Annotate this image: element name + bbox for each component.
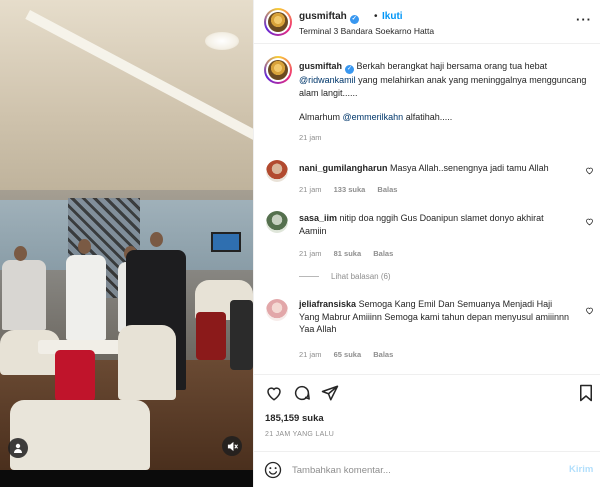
heart-icon[interactable]	[585, 166, 594, 175]
heart-icon[interactable]	[585, 217, 594, 226]
volume-off-icon[interactable]	[222, 436, 242, 456]
comment-username[interactable]: jeliafransiska	[299, 299, 356, 309]
comment-username[interactable]: nani_gumilangharun	[299, 163, 388, 173]
comments-section[interactable]: gusmiftah ✓ Berkah berangkat haji bersama…	[254, 44, 600, 374]
post-media[interactable]	[0, 0, 253, 487]
caption-time[interactable]: 21 jam	[299, 133, 322, 142]
view-replies-button[interactable]: Lihat balasan (6)	[299, 272, 391, 281]
post-photo	[0, 0, 253, 470]
separator: •	[374, 11, 378, 22]
avatar[interactable]	[266, 211, 288, 233]
bookmark-icon[interactable]	[577, 384, 595, 402]
comment-composer: Kirim	[254, 451, 600, 487]
avatar[interactable]	[266, 299, 288, 321]
comment-meta: 21 jam 81 suka Balas	[299, 249, 394, 258]
comment-icon[interactable]	[293, 384, 311, 402]
post-header: gusmiftah ✓ • Ikuti Terminal 3 Bandara So…	[254, 0, 600, 44]
caption-meta: 21 jam	[299, 133, 332, 142]
heart-icon[interactable]	[585, 306, 594, 315]
comment-username[interactable]: sasa_iim	[299, 213, 337, 223]
emoji-icon[interactable]	[264, 461, 282, 479]
list-item: jeliafransiska Semoga Kang Emil Dan Semu…	[299, 298, 569, 336]
likes-count[interactable]: 185,159 suka	[265, 413, 324, 424]
location-link[interactable]: Terminal 3 Bandara Soekarno Hatta	[299, 26, 434, 36]
action-bar: 185,159 suka 21 JAM YANG LALU	[254, 374, 600, 444]
share-icon[interactable]	[321, 384, 339, 402]
post-comment-button[interactable]: Kirim	[569, 464, 593, 475]
avatar[interactable]	[266, 160, 288, 182]
caption-avatar[interactable]	[264, 56, 292, 84]
mention-link[interactable]: @ridwankamil	[299, 75, 356, 85]
comment-meta: 21 jam 65 suka Balas	[299, 350, 394, 359]
reply-button[interactable]: Balas	[373, 350, 393, 359]
comment-meta: 21 jam 133 suka Balas	[299, 185, 398, 194]
mention-link[interactable]: @emmerilkahn	[343, 112, 404, 122]
post-timestamp[interactable]: 21 JAM YANG LALU	[265, 431, 334, 438]
comment-text: Masya Allah..senengnya jadi tamu Allah	[390, 163, 549, 173]
heart-icon[interactable]	[265, 384, 283, 402]
comment-input[interactable]	[292, 461, 552, 479]
list-item: nani_gumilangharun Masya Allah..senengny…	[299, 162, 569, 175]
caption: gusmiftah ✓ Berkah berangkat haji bersama…	[299, 61, 587, 122]
verified-badge-icon: ✓	[345, 65, 355, 74]
instagram-post-view: gusmiftah ✓ • Ikuti Terminal 3 Bandara So…	[0, 0, 600, 487]
follow-button[interactable]: Ikuti	[382, 11, 403, 22]
caption-username[interactable]: gusmiftah	[299, 61, 342, 71]
reply-button[interactable]: Balas	[373, 249, 393, 258]
header-username[interactable]: gusmiftah	[299, 11, 347, 22]
user-tag-icon[interactable]	[8, 438, 28, 458]
reply-button[interactable]: Balas	[377, 185, 397, 194]
more-options-button[interactable]: ···	[576, 12, 592, 27]
post-details-panel: gusmiftah ✓ • Ikuti Terminal 3 Bandara So…	[253, 0, 600, 487]
verified-badge-icon: ✓	[349, 15, 359, 24]
list-item: sasa_iim nitip doa nggih Gus Doanipun sl…	[299, 212, 569, 237]
avatar[interactable]	[264, 8, 292, 36]
